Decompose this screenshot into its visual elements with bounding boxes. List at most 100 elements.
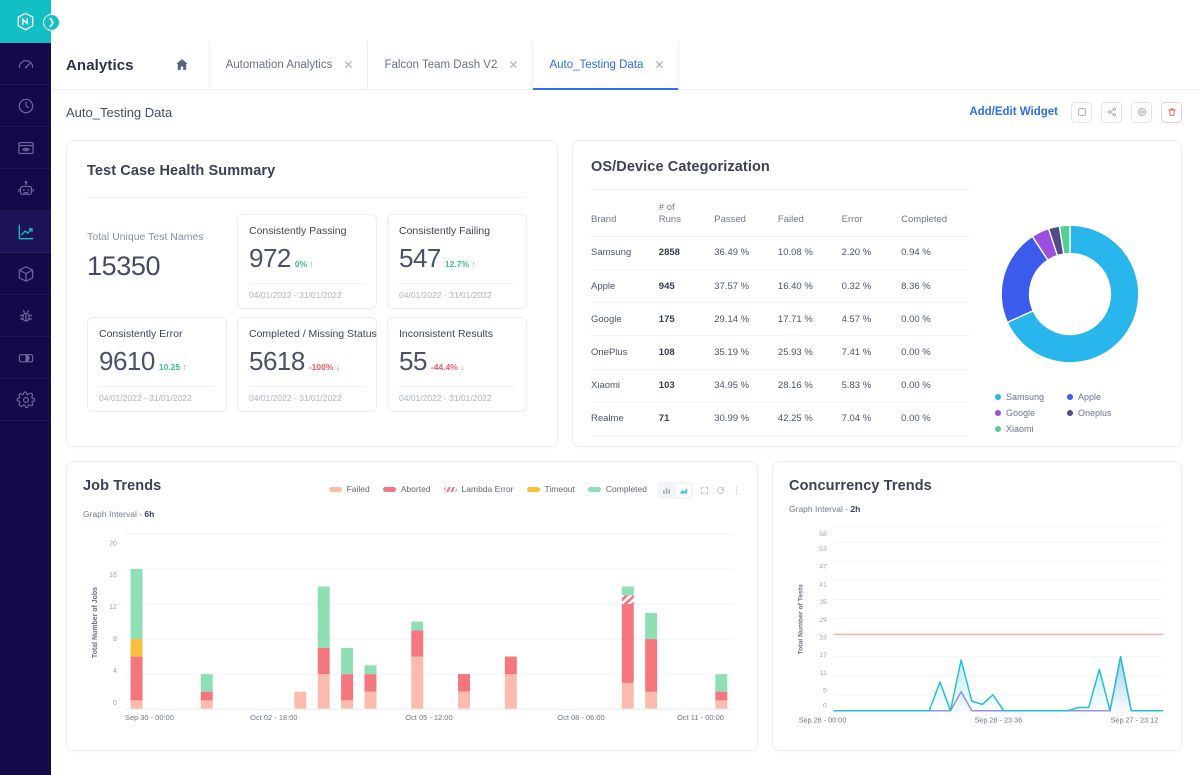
more-options-button[interactable] — [732, 486, 741, 495]
cell-brand: Xiaomi — [591, 369, 659, 402]
legend-item-completed[interactable]: Completed — [588, 484, 647, 494]
sidebar-item-issues[interactable] — [0, 295, 51, 337]
sidebar-item-analytics[interactable] — [0, 211, 51, 253]
legend-swatch-icon — [444, 487, 457, 492]
cell-passed: 37.57 % — [714, 269, 778, 302]
legend-label: Apple — [1078, 392, 1101, 402]
left-sidebar: ❯ — [0, 0, 51, 775]
table-row[interactable]: Google 175 29.14 % 17.71 % 4.57 % 0.00 % — [591, 303, 969, 336]
page-title: Auto_Testing Data — [66, 105, 172, 120]
app-logo[interactable]: ❯ — [0, 0, 51, 43]
legend-item-aborted[interactable]: Aborted — [383, 484, 431, 494]
fullscreen-button[interactable] — [700, 486, 709, 495]
legend-item-google[interactable]: Google — [995, 408, 1067, 418]
metric-date-range: 04/01/2022 - 31/01/2022 — [249, 283, 365, 308]
legend-item-timeout[interactable]: Timeout — [527, 484, 575, 494]
cell-brand: Google — [591, 303, 659, 336]
y-axis-tick: 17 — [819, 652, 827, 659]
legend-label: Lambda Error — [462, 484, 514, 494]
y-axis-tick: 0 — [823, 703, 827, 710]
table-row[interactable]: Realme 71 30.99 % 42.25 % 7.04 % 0.00 % — [591, 402, 969, 435]
sidebar-item-timeline[interactable] — [0, 85, 51, 127]
metric-value: 9610 — [99, 346, 155, 377]
share-button[interactable] — [1101, 102, 1122, 123]
settings-button[interactable] — [1131, 102, 1152, 123]
metric-date-range: 04/01/2022 - 31/01/2022 — [399, 283, 515, 308]
legend-item-oneplus[interactable]: Oneplus — [1067, 408, 1139, 418]
delete-button[interactable] — [1161, 102, 1182, 123]
close-icon[interactable]: ✕ — [343, 59, 353, 71]
sidebar-item-automation[interactable] — [0, 169, 51, 211]
metric-card-completed-missing-status[interactable]: Completed / Missing Status 5618-100% ↓ 0… — [237, 317, 377, 412]
job-trends-chart-area[interactable]: 048121620Total Number of JobsSep 30 - 00… — [83, 523, 741, 742]
cell-completed: 8.36 % — [901, 269, 969, 302]
close-icon[interactable]: ✕ — [654, 59, 664, 71]
sidebar-item-real-device[interactable] — [0, 127, 51, 169]
metric-card-inconsistent-results[interactable]: Inconsistent Results 55-44.4% ↓ 04/01/20… — [387, 317, 527, 412]
refresh-button[interactable] — [716, 486, 725, 495]
add-edit-widget-link[interactable]: Add/Edit Widget — [969, 106, 1058, 118]
metric-delta: 10.25 ↑ — [159, 362, 187, 372]
legend-label: Failed — [347, 484, 370, 494]
metric-value: 55 — [399, 346, 427, 377]
sidebar-item-settings[interactable] — [0, 379, 51, 421]
cell-brand: Apple — [591, 269, 659, 302]
chart-type-toggle-group[interactable] — [657, 482, 693, 499]
legend-item-samsung[interactable]: Samsung — [995, 392, 1067, 402]
y-axis-label: Total Number of Jobs — [92, 587, 99, 658]
chevron-right-icon[interactable]: ❯ — [43, 14, 60, 31]
sidebar-item-builds[interactable] — [0, 253, 51, 295]
x-axis-tick: Sep 27 - 23:12 — [1111, 716, 1159, 725]
cell-failed: 10.08 % — [778, 236, 842, 269]
cell-failed: 25.93 % — [778, 336, 842, 369]
close-icon[interactable]: ✕ — [508, 59, 518, 71]
concurrency-chart-area[interactable]: 05111723293541475358Total Number of Test… — [789, 518, 1167, 742]
metric-card-consistently-error[interactable]: Consistently Error 961010.25 ↑ 04/01/202… — [87, 317, 227, 412]
legend-label: Xiaomi — [1006, 424, 1034, 434]
table-body: Samsung 2858 36.49 % 10.08 % 2.20 % 0.94… — [591, 236, 969, 435]
cell-runs: 103 — [659, 369, 714, 402]
legend-dot-icon — [995, 426, 1001, 432]
concurrency-labels: 05111723293541475358Total Number of Test… — [789, 518, 1167, 742]
x-axis-tick: Oct 08 - 06:00 — [557, 713, 604, 722]
donut-legend: Samsung Apple Google Oneplus Xiaomi — [995, 392, 1145, 434]
x-axis-tick: Sep 30 - 00:00 — [125, 713, 174, 722]
metric-card-consistently-failing[interactable]: Consistently Failing 54712.7% ↑ 04/01/20… — [387, 214, 527, 309]
sidebar-item-compare[interactable] — [0, 337, 51, 379]
home-icon[interactable] — [156, 41, 210, 89]
tab-falcon-team-dash-v2[interactable]: Falcon Team Dash V2 ✕ — [368, 41, 533, 89]
metric-card-consistently-passing[interactable]: Consistently Passing 9720% ↑ 04/01/2022 … — [237, 214, 377, 309]
cell-error: 5.83 % — [842, 369, 902, 402]
dashboard-row-2: Job Trends FailedAbortedLambda ErrorTime… — [66, 461, 1182, 751]
table-row[interactable]: Xiaomi 103 34.95 % 28.16 % 5.83 % 0.00 % — [591, 369, 969, 402]
table-row[interactable]: Apple 945 37.57 % 16.40 % 0.32 % 8.36 % — [591, 269, 969, 302]
table-row[interactable]: OnePlus 108 35.19 % 25.93 % 7.41 % 0.00 … — [591, 336, 969, 369]
metric-value: 5618 — [249, 346, 305, 377]
area-chart-toggle[interactable] — [676, 484, 691, 497]
y-axis-label: Total Number of Tests — [798, 584, 805, 655]
tab-label: Auto_Testing Data — [549, 59, 643, 71]
table-row[interactable]: Samsung 2858 36.49 % 10.08 % 2.20 % 0.94… — [591, 236, 969, 269]
legend-label: Oneplus — [1078, 408, 1112, 418]
y-axis-tick: 35 — [819, 599, 827, 606]
legend-swatch-icon — [383, 487, 396, 492]
y-axis-tick: 5 — [823, 688, 827, 695]
legend-label: Samsung — [1006, 392, 1044, 402]
legend-label: Aborted — [401, 484, 431, 494]
cell-completed: 0.00 % — [901, 402, 969, 435]
cell-brand: Realme — [591, 402, 659, 435]
cell-completed: 0.94 % — [901, 236, 969, 269]
legend-item-apple[interactable]: Apple — [1067, 392, 1139, 402]
metric-delta: -100% ↓ — [309, 362, 340, 372]
y-axis-tick: 8 — [113, 636, 117, 643]
legend-item-xiaomi[interactable]: Xiaomi — [995, 424, 1067, 434]
tab-automation-analytics[interactable]: Automation Analytics ✕ — [210, 41, 369, 89]
layout-button[interactable] — [1071, 102, 1092, 123]
bar-chart-toggle[interactable] — [659, 484, 674, 497]
tab-auto-testing-data[interactable]: Auto_Testing Data ✕ — [533, 41, 679, 89]
cell-runs: 108 — [659, 336, 714, 369]
legend-item-lambda-error[interactable]: Lambda Error — [444, 484, 514, 494]
metric-date-range: 04/01/2022 - 31/01/2022 — [399, 386, 515, 411]
sidebar-item-dashboard[interactable] — [0, 43, 51, 85]
legend-item-failed[interactable]: Failed — [329, 484, 370, 494]
